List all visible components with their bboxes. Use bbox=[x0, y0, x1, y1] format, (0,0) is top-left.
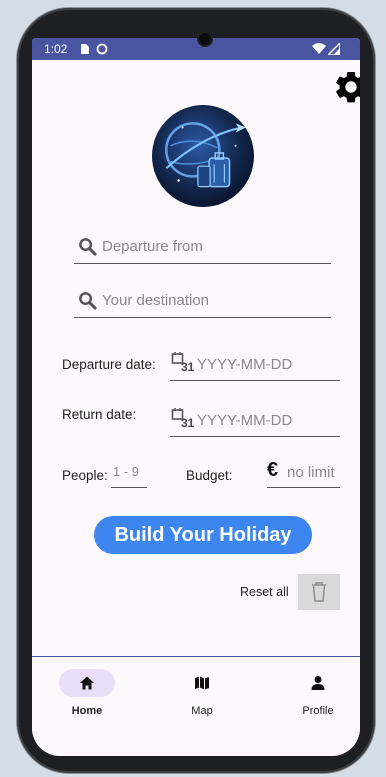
reset-all-button[interactable] bbox=[298, 574, 340, 610]
budget-label: Budget: bbox=[186, 468, 233, 483]
front-camera bbox=[199, 33, 211, 45]
search-icon bbox=[79, 238, 97, 256]
build-holiday-button[interactable]: Build Your Holiday bbox=[94, 516, 312, 554]
people-input[interactable]: 1 - 9 bbox=[111, 462, 147, 488]
people-label: People: bbox=[62, 468, 108, 483]
departure-input[interactable]: Departure from bbox=[74, 233, 331, 264]
sync-icon bbox=[96, 43, 108, 55]
trash-icon bbox=[312, 582, 326, 602]
cell-signal-icon bbox=[328, 43, 340, 55]
search-icon bbox=[79, 292, 97, 310]
nav-item-home[interactable]: Home bbox=[47, 669, 127, 717]
nav-label-map: Map bbox=[191, 705, 213, 717]
map-icon bbox=[195, 676, 209, 690]
nav-active-indicator bbox=[59, 669, 115, 697]
gear-icon[interactable] bbox=[332, 68, 360, 106]
status-time: 1:02 bbox=[44, 42, 68, 56]
departure-date-placeholder: YYYY-MM-DD bbox=[197, 356, 293, 373]
euro-icon: € bbox=[267, 459, 279, 481]
app-screen: 1:02 Departure from Your destination Dep… bbox=[32, 38, 360, 756]
nav-label-home: Home bbox=[71, 705, 103, 717]
nav-item-map[interactable]: Map bbox=[162, 669, 242, 717]
home-icon bbox=[80, 676, 94, 690]
nav-item-profile[interactable]: Profile bbox=[278, 669, 358, 717]
wifi-icon bbox=[312, 43, 326, 54]
people-placeholder: 1 - 9 bbox=[113, 464, 140, 479]
calendar-icon: 31 bbox=[171, 351, 197, 377]
status-bar: 1:02 bbox=[32, 38, 360, 60]
bottom-navigation: Home Map Profile bbox=[32, 656, 360, 756]
departure-date-label: Departure date: bbox=[62, 357, 156, 372]
person-icon bbox=[311, 676, 325, 690]
budget-placeholder: no limit bbox=[287, 464, 335, 481]
return-date-placeholder: YYYY-MM-DD bbox=[197, 412, 293, 429]
return-date-label: Return date: bbox=[62, 407, 137, 422]
departure-date-input[interactable]: 31 YYYY-MM-DD bbox=[170, 349, 340, 381]
calendar-icon: 31 bbox=[171, 407, 197, 433]
destination-input[interactable]: Your destination bbox=[74, 287, 331, 318]
sim-card-icon bbox=[81, 44, 89, 54]
destination-placeholder: Your destination bbox=[102, 292, 210, 309]
return-date-input[interactable]: 31 YYYY-MM-DD bbox=[170, 405, 340, 437]
reset-all-label: Reset all bbox=[240, 585, 289, 599]
departure-placeholder: Departure from bbox=[102, 238, 203, 255]
budget-input[interactable]: € no limit bbox=[267, 459, 340, 488]
app-logo bbox=[152, 105, 254, 207]
nav-label-profile: Profile bbox=[302, 705, 334, 717]
